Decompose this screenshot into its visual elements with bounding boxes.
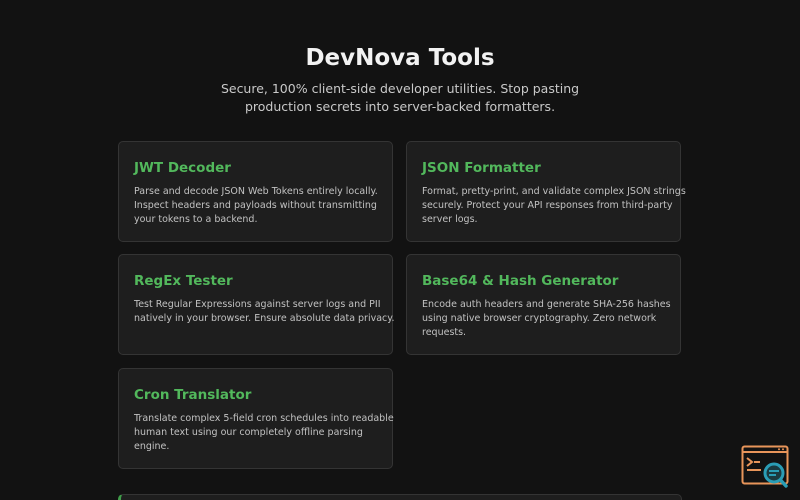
card-title: JWT Decoder [134,160,231,176]
card-description: Format, pretty-print, and validate compl… [422,185,686,227]
subtitle-line-1: Secure, 100% client-side developer utili… [220,81,580,96]
terminal-search-icon [741,445,789,488]
page: DevNova Tools Secure, 100% client-side d… [0,0,800,500]
tool-card-jwt-decoder[interactable]: JWT Decoder Parse and decode JSON Web To… [118,141,393,242]
card-description-line: natively in your browser. Ensure absolut… [134,313,395,324]
card-description: Parse and decode JSON Web Tokens entirel… [134,185,378,227]
page-title: DevNova Tools [305,45,495,71]
card-title: RegEx Tester [134,273,233,289]
card-description: Translate complex 5-field cron schedules… [134,412,394,454]
card-description-line: Parse and decode JSON Web Tokens entirel… [134,186,378,197]
card-description-line: requests. [422,327,467,338]
card-description-line: your tokens to a backend. [134,214,258,225]
info-banner [118,494,682,500]
tool-card-base64-hash-generator[interactable]: Base64 & Hash Generator Encode auth head… [406,254,681,355]
card-description-line: Inspect headers and payloads without tra… [134,200,377,211]
card-title: Cron Translator [134,387,252,403]
page-subtitle: Secure, 100% client-side developer utili… [0,80,800,116]
card-description: Encode auth headers and generate SHA-256… [422,298,671,340]
card-description-line: Format, pretty-print, and validate compl… [422,186,686,197]
subtitle-line-2: production secrets into server-backed fo… [244,99,556,114]
card-description-line: Test Regular Expressions against server … [134,299,381,310]
terminal-search-button[interactable] [741,445,789,488]
card-description-line: Encode auth headers and generate SHA-256… [422,299,671,310]
card-title: JSON Formatter [422,160,541,176]
tool-card-json-formatter[interactable]: JSON Formatter Format, pretty-print, and… [406,141,686,242]
tool-card-cron-translator[interactable]: Cron Translator Translate complex 5-fiel… [118,368,394,469]
card-description-line: using native browser cryptography. Zero … [422,313,657,324]
card-title: Base64 & Hash Generator [422,273,619,289]
card-description: Test Regular Expressions against server … [134,298,395,326]
card-description-line: human text using our completely offline … [134,427,363,438]
card-description-line: engine. [134,441,170,452]
tool-card-regex-tester[interactable]: RegEx Tester Test Regular Expressions ag… [118,254,395,355]
card-description-line: securely. Protect your API responses fro… [422,200,673,211]
card-description-line: Translate complex 5-field cron schedules… [134,413,394,424]
card-description-line: server logs. [422,214,478,225]
